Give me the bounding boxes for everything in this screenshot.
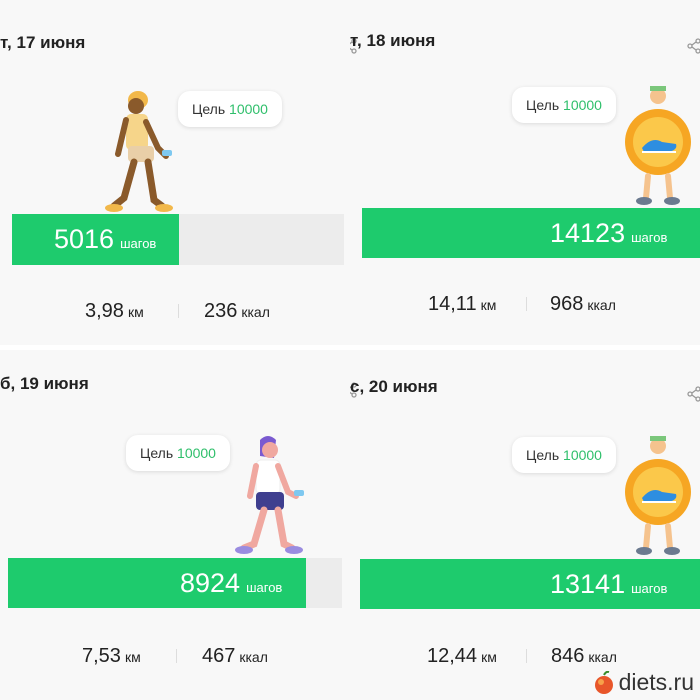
card-date: с, 20 июня (350, 377, 438, 396)
steps-unit: шагов (120, 236, 157, 251)
card-date: т, 17 июня (0, 33, 86, 52)
goal-value: 10000 (229, 101, 268, 117)
calories-stat: 236 ккал (204, 300, 270, 323)
distance-stat: 12,44 км (427, 645, 497, 668)
steps-value: 13141 (550, 569, 626, 599)
calories-value: 467 (202, 645, 236, 667)
goal-bubble: Цель 10000 (178, 91, 282, 127)
goal-medal-runner-illustration (625, 86, 691, 205)
steps-count: 13141 шагов (550, 569, 667, 600)
calories-stat: 467 ккал (202, 645, 268, 668)
distance-stat: 7,53 км (82, 645, 141, 668)
watermark: diets.ru (593, 669, 694, 696)
distance-unit: км (481, 649, 497, 665)
goal-bubble: Цель 10000 (512, 437, 616, 473)
goal-label: Цель (140, 445, 174, 461)
distance-value: 14,11 (428, 293, 477, 315)
steps-value: 14123 (550, 218, 626, 248)
steps-value: 5016 (54, 224, 115, 254)
calories-unit: ккал (239, 649, 268, 665)
goal-label: Цель (526, 447, 560, 463)
daily-steps-card: т, 18 июня Цель 10000 14123 шагов 14,11 км… (350, 0, 700, 345)
share-icon[interactable] (686, 386, 700, 402)
steps-count: 8924 шагов (180, 568, 282, 599)
steps-unit: шагов (631, 230, 668, 245)
goal-bubble: Цель 10000 (126, 435, 230, 471)
daily-steps-card: с, 20 июня Цель 10000 13141 шагов 12,44 км… (350, 350, 700, 700)
stat-divider (178, 304, 179, 318)
distance-value: 7,53 (82, 645, 121, 667)
steps-progress-bar (8, 558, 342, 608)
walking-woman-illustration (235, 436, 304, 554)
card-date: б, 19 июня (0, 374, 89, 393)
steps-unit: шагов (246, 580, 283, 595)
distance-unit: км (127, 304, 144, 320)
calories-value: 846 (551, 645, 585, 667)
share-icon[interactable] (686, 38, 700, 54)
goal-value: 10000 (177, 445, 216, 461)
calories-stat: 846 ккал (551, 645, 617, 668)
distance-value: 3,98 (85, 300, 124, 322)
stat-divider (526, 649, 527, 663)
steps-value: 8924 (180, 568, 241, 598)
distance-stat: 3,98 км (85, 300, 144, 323)
apple-logo-icon (594, 670, 613, 694)
distance-value: 12,44 (427, 645, 478, 667)
calories-unit: ккал (587, 297, 616, 313)
steps-count: 14123 шагов (550, 218, 667, 249)
distance-stat: 14,11 км (428, 293, 496, 316)
stat-divider (526, 297, 527, 311)
steps-count: 5016 шагов (54, 224, 156, 255)
stat-divider (176, 649, 177, 663)
calories-value: 236 (204, 300, 238, 322)
steps-unit: шагов (631, 581, 668, 596)
watermark-text: diets.ru (618, 669, 694, 695)
walking-man-illustration (105, 91, 173, 212)
daily-steps-card: т, 17 июня Цель 10000 5016 шагов 3,98 км 2… (0, 0, 350, 345)
calories-value: 968 (550, 293, 584, 315)
goal-label: Цель (192, 101, 226, 117)
goal-medal-runner-illustration (625, 436, 691, 555)
distance-unit: км (480, 297, 497, 313)
calories-stat: 968 ккал (550, 293, 616, 316)
goal-value: 10000 (563, 97, 602, 113)
calories-unit: ккал (588, 649, 617, 665)
goal-bubble: Цель 10000 (512, 87, 616, 123)
distance-unit: км (124, 649, 141, 665)
goal-label: Цель (526, 97, 560, 113)
calories-unit: ккал (241, 304, 270, 320)
daily-steps-card: б, 19 июня Цель 10000 8924 шагов 7,53 км 4… (0, 350, 350, 700)
goal-value: 10000 (563, 447, 602, 463)
card-date: т, 18 июня (350, 31, 436, 50)
